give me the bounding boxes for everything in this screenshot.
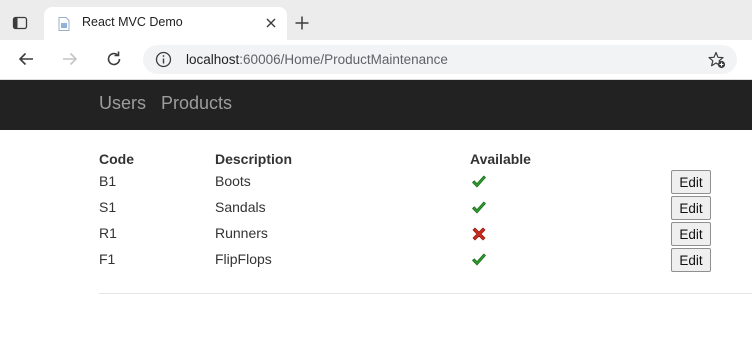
footer-divider bbox=[99, 293, 752, 294]
edit-button[interactable]: Edit bbox=[671, 196, 711, 220]
url-path: :60006/Home/ProductMaintenance bbox=[239, 52, 448, 67]
column-header-description: Description bbox=[215, 151, 293, 167]
back-arrow-icon[interactable] bbox=[16, 49, 36, 69]
code-cell: R1 bbox=[99, 225, 117, 241]
forward-arrow-icon[interactable] bbox=[60, 49, 80, 69]
edit-button[interactable]: Edit bbox=[671, 222, 711, 246]
description-cell: Sandals bbox=[215, 199, 266, 215]
cross-icon bbox=[471, 226, 487, 242]
browser-toolbar: localhost:60006/Home/ProductMaintenance bbox=[0, 40, 752, 80]
column-header-code: Code bbox=[99, 151, 134, 167]
add-favorite-star-icon[interactable] bbox=[707, 50, 727, 70]
column-header-available: Available bbox=[470, 151, 531, 167]
edit-button[interactable]: Edit bbox=[671, 170, 711, 194]
browser-tab[interactable]: React MVC Demo bbox=[44, 7, 287, 40]
check-icon bbox=[471, 252, 487, 268]
tab-title: React MVC Demo bbox=[82, 15, 183, 29]
table-row: F1 FlipFlops Edit bbox=[0, 247, 752, 273]
close-tab-icon[interactable] bbox=[263, 15, 279, 31]
nav-link-users[interactable]: Users bbox=[99, 93, 146, 114]
edit-button[interactable]: Edit bbox=[671, 248, 711, 272]
url-text[interactable]: localhost:60006/Home/ProductMaintenance bbox=[186, 52, 448, 67]
description-cell: Boots bbox=[215, 173, 251, 189]
url-host: localhost bbox=[186, 52, 240, 67]
page-favicon-icon bbox=[56, 16, 72, 32]
check-icon bbox=[471, 174, 487, 190]
code-cell: F1 bbox=[99, 251, 116, 267]
nav-link-products[interactable]: Products bbox=[161, 93, 232, 114]
site-info-icon[interactable] bbox=[155, 51, 172, 68]
table-row: R1 Runners Edit bbox=[0, 221, 752, 247]
address-bar[interactable]: localhost:60006/Home/ProductMaintenance bbox=[143, 45, 737, 74]
table-row: B1 Boots Edit bbox=[0, 169, 752, 195]
refresh-icon[interactable] bbox=[104, 49, 124, 69]
table-row: S1 Sandals Edit bbox=[0, 195, 752, 221]
tab-actions-icon[interactable] bbox=[9, 12, 31, 34]
code-cell: S1 bbox=[99, 199, 117, 215]
site-navbar: Users Products bbox=[0, 80, 752, 130]
description-cell: FlipFlops bbox=[215, 251, 272, 267]
new-tab-plus-icon[interactable] bbox=[292, 13, 312, 33]
description-cell: Runners bbox=[215, 225, 268, 241]
browser-tabstrip: React MVC Demo bbox=[0, 0, 752, 40]
check-icon bbox=[471, 200, 487, 216]
code-cell: B1 bbox=[99, 173, 117, 189]
